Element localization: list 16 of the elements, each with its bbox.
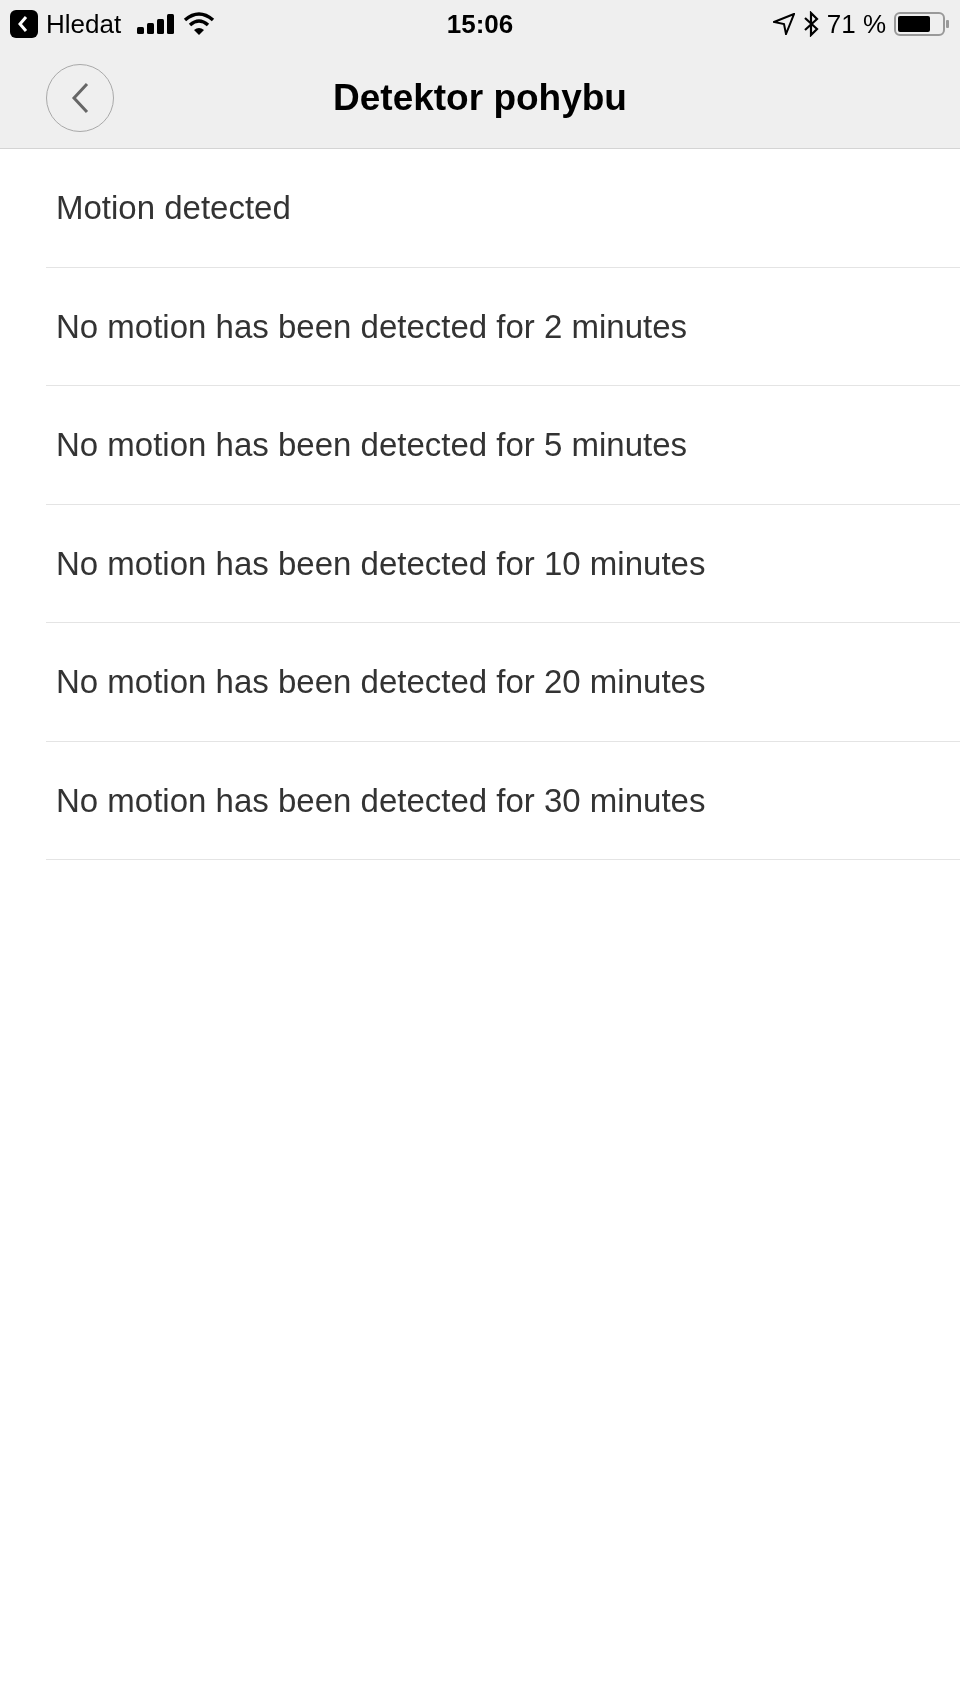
battery-percentage: 71 %	[826, 7, 886, 41]
list-item[interactable]: No motion has been detected for 10 minutes	[46, 504, 960, 623]
back-app-label[interactable]: Hledat	[46, 4, 122, 44]
wifi-icon	[183, 12, 216, 36]
location-arrow-icon	[772, 13, 795, 35]
battery-icon	[894, 12, 950, 36]
bluetooth-icon	[802, 11, 819, 37]
list-item[interactable]: No motion has been detected for 20 minutes	[46, 623, 960, 742]
list-item[interactable]: No motion has been detected for 2 minutes	[46, 267, 960, 386]
page-title: Detektor pohybu	[333, 76, 627, 121]
back-chevron-icon	[69, 81, 91, 115]
list-item[interactable]: Motion detected	[46, 149, 960, 268]
list-item[interactable]: No motion has been detected for 30 minutes	[46, 741, 960, 860]
list-item[interactable]: No motion has been detected for 5 minutes	[46, 386, 960, 505]
signal-icon	[137, 14, 176, 34]
clock-time: 15:06	[446, 7, 514, 41]
